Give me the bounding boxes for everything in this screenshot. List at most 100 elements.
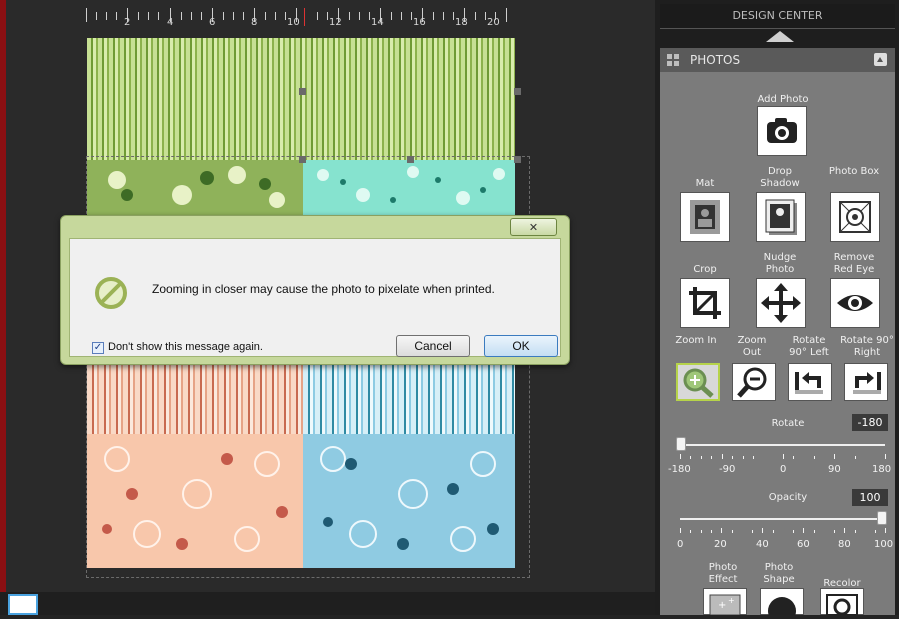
ruler-label: 14 — [371, 17, 384, 28]
teal-floral-paper[interactable] — [303, 160, 515, 216]
rotate-right-button[interactable] — [844, 363, 888, 401]
opacity-label: Opacity — [768, 492, 808, 503]
rotate-right-label: Rotate 90° Right — [840, 335, 894, 358]
resize-handle[interactable] — [299, 156, 306, 163]
blue-floral-paper[interactable] — [303, 434, 515, 568]
recolor-button[interactable] — [820, 588, 864, 616]
dont-show-again-label[interactable]: Don't show this message again. — [108, 341, 263, 353]
zoom-out-label: Zoom Out — [737, 335, 767, 358]
ruler-label: 10 — [287, 17, 300, 28]
dont-show-again-checkbox[interactable]: ✓ — [92, 342, 104, 354]
pixelate-warning-dialog: ✕ Zooming in closer may cause the photo … — [60, 215, 570, 365]
rotate-left-icon — [795, 372, 823, 394]
peach-stripe-paper[interactable] — [87, 362, 303, 434]
eye-icon — [837, 295, 873, 311]
rotate-scale-label: 180 — [872, 464, 892, 475]
rotate-left-label: Rotate 90° Left — [789, 335, 829, 358]
ruler-label: 2 — [124, 17, 131, 28]
add-photo-label: Add Photo — [757, 94, 809, 105]
ruler-label: 4 — [167, 17, 174, 28]
green-stripe-paper[interactable] — [87, 38, 515, 160]
dialog-message: Zooming in closer may cause the photo to… — [152, 282, 495, 296]
photo-shape-label: Photo Shape — [763, 562, 795, 585]
dialog-body: Zooming in closer may cause the photo to… — [69, 238, 561, 357]
nudge-photo-button[interactable] — [756, 278, 806, 328]
peach-floral-paper[interactable] — [87, 434, 303, 568]
opacity-scale-label: 60 — [797, 539, 810, 550]
drop-shadow-icon — [765, 199, 797, 235]
resize-handle[interactable] — [299, 88, 306, 95]
opacity-scale-label: 40 — [756, 539, 769, 550]
crop-icon — [689, 287, 721, 319]
rotate-left-button[interactable] — [788, 363, 832, 401]
green-floral-paper[interactable] — [87, 160, 303, 216]
ruler-label: 6 — [209, 17, 216, 28]
drop-shadow-button[interactable] — [756, 192, 806, 242]
zoom-in-button[interactable] — [676, 363, 720, 401]
rotate-value-field[interactable]: -180 — [852, 414, 888, 431]
grid-icon — [667, 54, 680, 67]
resize-handle[interactable] — [407, 156, 414, 163]
photo-shape-button[interactable] — [760, 588, 804, 619]
ruler-label: 8 — [251, 17, 258, 28]
prohibited-icon — [95, 277, 127, 309]
svg-text:+: + — [728, 596, 735, 605]
remove-red-eye-label: Remove Red Eye — [833, 252, 875, 275]
zoom-in-label: Zoom In — [675, 335, 717, 346]
opacity-slider-track[interactable] — [680, 518, 885, 520]
camera-icon — [767, 118, 797, 143]
sparkle-icon: + + — [709, 594, 741, 616]
nudge-photo-label: Nudge Photo — [763, 252, 797, 275]
collapse-arrow-icon[interactable] — [766, 31, 794, 42]
recolor-icon — [826, 594, 858, 616]
ruler-label: 18 — [455, 17, 468, 28]
svg-text:+: + — [718, 600, 726, 611]
photo-box-button[interactable] — [830, 192, 880, 242]
photos-panel: PHOTOS Add Photo Mat Drop Shadow Photo B… — [660, 48, 895, 619]
opacity-scale-label: 80 — [838, 539, 851, 550]
mat-label: Mat — [695, 178, 715, 189]
page-strip — [0, 592, 655, 615]
rotate-scale-label: -180 — [668, 464, 691, 475]
opacity-slider-knob[interactable] — [877, 511, 887, 525]
photo-effect-label: Photo Effect — [708, 562, 738, 585]
remove-red-eye-button[interactable] — [830, 278, 880, 328]
ruler-label: 20 — [487, 17, 500, 28]
dialog-close-button[interactable]: ✕ — [510, 218, 557, 236]
resize-handle[interactable] — [514, 88, 521, 95]
resize-handle[interactable] — [514, 156, 521, 163]
rotate-scale-label: 90 — [828, 464, 841, 475]
rotate-right-icon — [853, 372, 881, 394]
collapse-panel-icon[interactable] — [874, 53, 887, 66]
opacity-value-field[interactable]: 100 — [852, 489, 888, 506]
horizontal-ruler: 2 4 6 8 10 12 14 16 18 20 — [86, 8, 516, 36]
photo-box-icon — [839, 201, 871, 233]
mat-icon — [690, 200, 720, 234]
rotate-scale-label: 0 — [780, 464, 787, 475]
photo-effect-button[interactable]: + + — [703, 588, 747, 616]
opacity-scale-label: 0 — [677, 539, 684, 550]
cancel-button[interactable]: Cancel — [396, 335, 470, 357]
blue-stripe-paper[interactable] — [303, 362, 515, 434]
opacity-scale-label: 100 — [874, 539, 894, 550]
zoom-out-button[interactable] — [732, 363, 776, 401]
design-center-header[interactable]: DESIGN CENTER — [660, 4, 895, 29]
mat-button[interactable] — [680, 192, 730, 242]
opacity-scale-label: 20 — [714, 539, 727, 550]
rotate-scale-label: -90 — [719, 464, 736, 475]
move-arrows-icon — [761, 283, 801, 323]
zoom-in-icon — [683, 368, 714, 398]
ruler-label: 16 — [413, 17, 426, 28]
shape-icon — [768, 597, 796, 619]
rotate-label: Rotate — [771, 418, 805, 429]
rotate-slider-knob[interactable] — [676, 437, 686, 451]
page-thumbnail[interactable] — [8, 594, 38, 615]
rotate-slider-track[interactable] — [680, 444, 885, 446]
ok-button[interactable]: OK — [484, 335, 558, 357]
add-photo-button[interactable] — [757, 106, 807, 156]
zoom-out-icon — [737, 367, 767, 398]
design-center-sidebar: DESIGN CENTER PHOTOS Add Photo Mat Drop … — [655, 0, 899, 619]
crop-button[interactable] — [680, 278, 730, 328]
ruler-label: 12 — [329, 17, 342, 28]
photos-panel-header[interactable]: PHOTOS — [660, 48, 895, 72]
